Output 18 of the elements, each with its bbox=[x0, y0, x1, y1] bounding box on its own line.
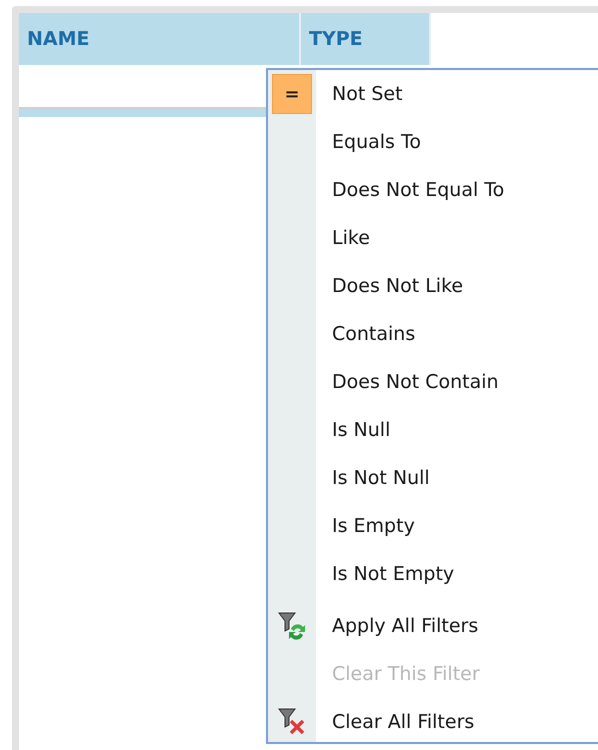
funnel-refresh-icon bbox=[277, 611, 307, 641]
menu-item[interactable]: Not Set bbox=[332, 83, 403, 105]
menu-item[interactable]: Like bbox=[332, 227, 370, 249]
menu-item[interactable]: Contains bbox=[332, 323, 416, 345]
menu-item[interactable]: Does Not Like bbox=[332, 275, 464, 297]
menu-item[interactable]: Is Null bbox=[332, 419, 390, 441]
column-header[interactable]: TYPE bbox=[301, 13, 431, 65]
selected-mark: = bbox=[272, 74, 312, 114]
menu-item[interactable]: Is Not Null bbox=[332, 467, 430, 489]
menu-item[interactable]: Is Not Empty bbox=[332, 563, 454, 585]
menu-item[interactable]: Does Not Contain bbox=[332, 371, 499, 393]
funnel-delete-icon bbox=[277, 707, 307, 737]
menu-item[interactable]: Does Not Equal To bbox=[332, 179, 504, 201]
menu-item[interactable]: Clear All Filters bbox=[332, 711, 474, 733]
column-header[interactable]: NAME bbox=[19, 13, 301, 65]
menu-item[interactable]: Equals To bbox=[332, 131, 421, 153]
menu-item[interactable]: Is Empty bbox=[332, 515, 415, 537]
menu-item[interactable]: Apply All Filters bbox=[332, 615, 478, 637]
